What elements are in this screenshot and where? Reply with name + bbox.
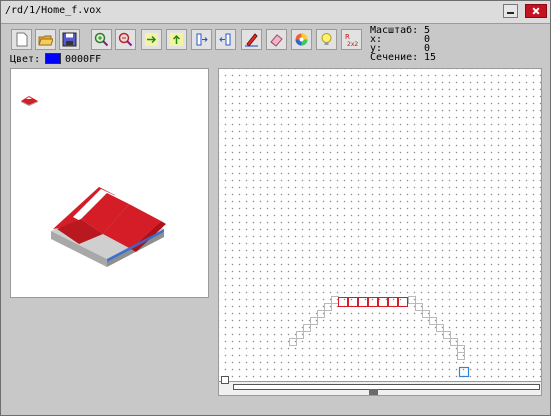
svg-text:R: R (345, 33, 350, 41)
save-file-button[interactable] (59, 29, 80, 50)
color-hex-value: 0000FF (65, 54, 102, 65)
zoom-out-button[interactable] (115, 29, 136, 50)
window-title: /rd/1/Home_f.vox (5, 5, 102, 16)
light-button[interactable] (316, 29, 337, 50)
red-voxels (338, 297, 408, 307)
house-model (51, 187, 166, 267)
model-preview-svg (21, 96, 166, 267)
minimize-button[interactable] (503, 4, 518, 18)
app-window: /rd/1/Home_f.vox R 2x2 Масштаб: 5 x: 0 y… (0, 0, 551, 416)
title-bar[interactable]: /rd/1/Home_f.vox (1, 1, 550, 24)
zoom-in-icon (94, 32, 109, 47)
3d-preview-panel[interactable] (10, 68, 209, 298)
color-swatch[interactable] (45, 53, 61, 64)
shift-right-button[interactable] (141, 29, 162, 50)
arrow-right-icon (145, 33, 158, 46)
color-label: Цвет: (10, 54, 41, 65)
zoom-in-button[interactable] (91, 29, 112, 50)
new-file-button[interactable] (11, 29, 32, 50)
svg-text:2x2: 2x2 (347, 41, 358, 47)
save-disk-icon (62, 32, 77, 47)
pencil-button[interactable] (241, 29, 262, 50)
scroll-corner (221, 376, 229, 384)
prev-section-button[interactable] (215, 29, 236, 50)
section-drawing (289, 296, 470, 378)
eraser-button[interactable] (266, 29, 287, 50)
cursor-selection (458, 366, 470, 378)
section-label: Сечение: (370, 52, 419, 63)
slice-back-icon (219, 33, 231, 46)
arrow-up-icon (170, 33, 183, 46)
new-file-icon (16, 32, 28, 47)
section-value: 15 (424, 52, 437, 63)
color-wheel-icon (295, 33, 308, 46)
open-folder-icon (38, 35, 53, 46)
slice-forward-icon (196, 33, 208, 46)
voxel-editor-canvas[interactable] (218, 68, 542, 396)
light-bulb-icon (321, 33, 332, 45)
close-button[interactable] (525, 4, 547, 18)
scroll-track[interactable] (233, 384, 540, 390)
render-2x2-button[interactable]: R 2x2 (341, 29, 362, 50)
next-section-button[interactable] (191, 29, 212, 50)
open-file-button[interactable] (35, 29, 56, 50)
zoom-out-icon (118, 32, 133, 47)
color-picker-button[interactable] (291, 29, 312, 50)
thumbnail-model (21, 96, 38, 106)
shift-up-button[interactable] (166, 29, 187, 50)
pencil-icon (245, 33, 258, 47)
horizontal-scrollbar[interactable] (219, 376, 541, 395)
scroll-thumb[interactable] (369, 389, 378, 395)
eraser-icon (270, 34, 283, 47)
render-2x2-icon: R2x2 (345, 33, 358, 47)
